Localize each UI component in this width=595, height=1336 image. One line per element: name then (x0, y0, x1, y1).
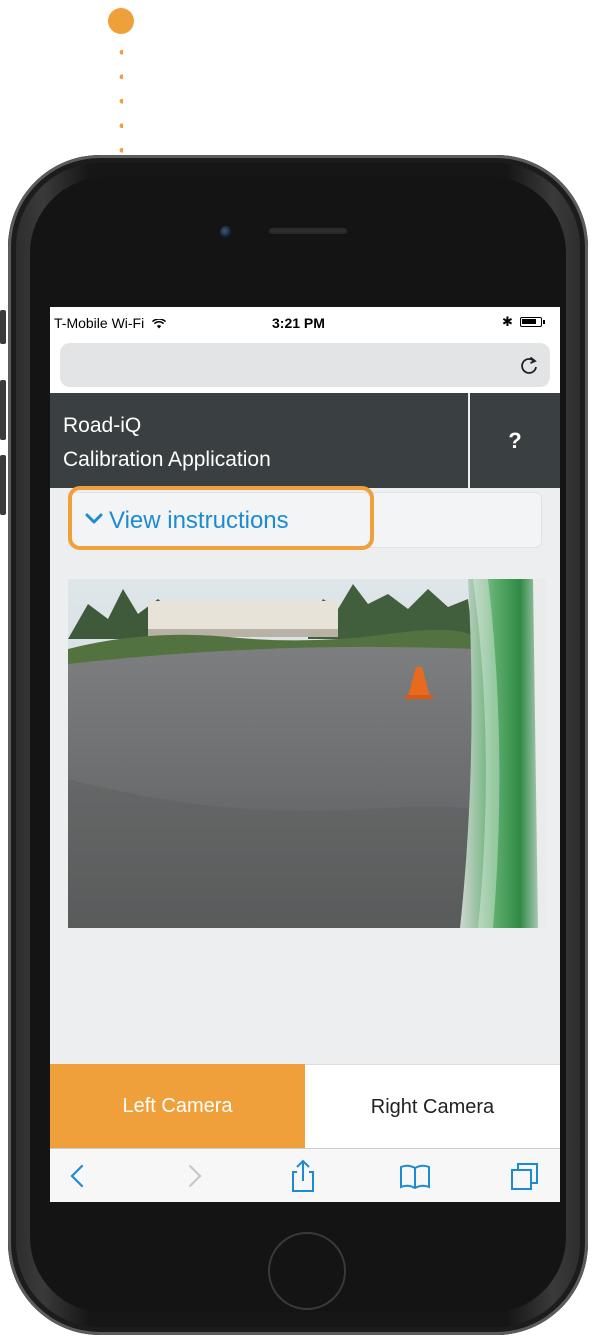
clock: 3:21 PM (272, 315, 325, 331)
app-title-line1: Road-iQ (63, 414, 142, 437)
battery-icon (520, 317, 545, 327)
camera-feed-image (68, 579, 546, 928)
tabs-icon[interactable] (508, 1159, 542, 1193)
browser-address-area (50, 337, 560, 393)
home-button[interactable] (268, 1232, 346, 1310)
volume-down-button (0, 455, 6, 515)
volume-up-button (0, 380, 6, 440)
bookmarks-icon[interactable] (398, 1159, 432, 1193)
help-button[interactable]: ? (470, 393, 560, 488)
reload-icon[interactable] (518, 355, 540, 377)
browser-toolbar (50, 1148, 560, 1202)
phone-screen: T-Mobile Wi-Fi 3:21 PM ✱ Road-iQ Calibra… (50, 307, 560, 1202)
camera-tabs: Left Camera Right Camera (50, 1064, 560, 1148)
wifi-icon (152, 319, 167, 329)
back-icon[interactable] (62, 1159, 96, 1193)
camera-feed (68, 579, 546, 928)
app-header: Road-iQ Calibration Application (50, 393, 468, 488)
mute-switch (0, 310, 6, 344)
share-icon[interactable] (286, 1159, 320, 1193)
app-title: Road-iQ Calibration Application (63, 409, 271, 477)
bluetooth-icon: ✱ (502, 314, 513, 329)
status-bar: T-Mobile Wi-Fi 3:21 PM ✱ (50, 307, 560, 337)
forward-icon[interactable] (176, 1159, 210, 1193)
app-title-line2: Calibration Application (63, 448, 271, 471)
instructions-highlight (68, 486, 374, 550)
callout-dot (108, 8, 134, 34)
earpiece-speaker (268, 226, 348, 234)
front-camera (220, 226, 232, 238)
carrier-label: T-Mobile Wi-Fi (54, 315, 167, 331)
carrier-text: T-Mobile Wi-Fi (54, 315, 145, 331)
right-camera-tab[interactable]: Right Camera (305, 1064, 560, 1148)
left-camera-tab[interactable]: Left Camera (50, 1064, 305, 1148)
address-bar[interactable] (60, 343, 550, 387)
